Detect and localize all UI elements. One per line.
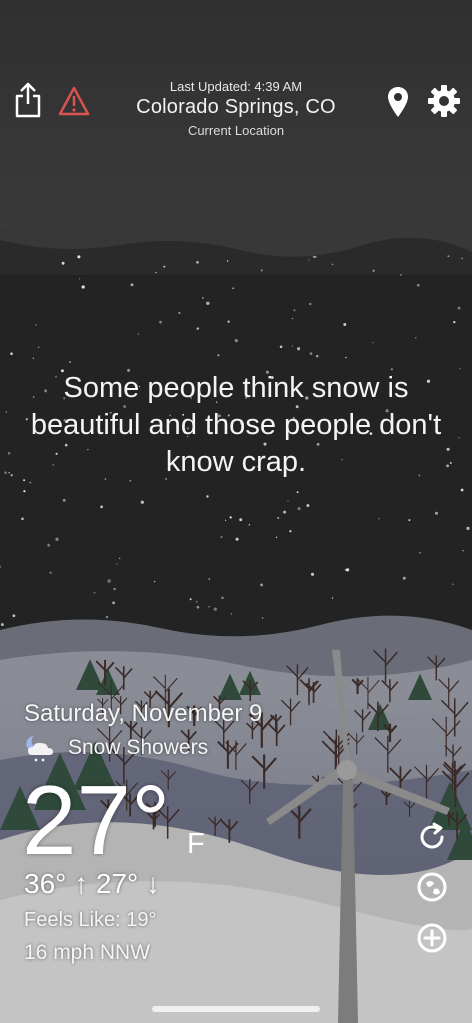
refresh-button[interactable] [414,819,450,855]
high-temp: 36° [24,868,67,899]
location-name[interactable]: Colorado Springs, CO [86,96,386,119]
low-temp: 27° [95,868,139,899]
gear-icon [428,85,460,117]
radar-button[interactable] [414,869,450,905]
snark-quote: Some people think snow is beautiful and … [30,372,442,478]
temperature-unit[interactable]: F [187,828,205,861]
location-pin-icon [388,87,408,117]
add-location-button[interactable] [414,920,450,956]
partly-cloudy-night-snow-icon [26,736,53,762]
add-circle-icon [417,923,447,953]
share-icon [15,82,41,118]
home-indicator[interactable] [152,1006,320,1012]
feels-like-label: Feels Like: 19° [24,909,157,931]
condition-row: Snow Showers [22,733,208,763]
weather-screen: Last Updated: 4:39 AM Colorado Springs, … [0,0,472,1023]
header: Last Updated: 4:39 AM Colorado Springs, … [0,0,472,150]
arrow-down-icon: ↓ [138,868,161,899]
settings-button[interactable] [425,82,463,120]
radar-icon [417,872,447,902]
condition-text: Snow Showers [68,736,209,759]
high-low-temps: 36° ↑ 27° ↓ [24,868,160,900]
wind-label: 16 mph NNW [24,941,151,964]
current-temperature: 27° [22,765,171,875]
location-button[interactable] [384,84,412,120]
date-label: Saturday, November 9 [24,700,263,727]
arrow-up-icon: ↑ [66,868,96,899]
last-updated-label: Last Updated: 4:39 AM [169,79,303,94]
share-button[interactable] [12,80,44,120]
location-type-label: Current Location [187,123,285,138]
refresh-icon [420,822,444,849]
